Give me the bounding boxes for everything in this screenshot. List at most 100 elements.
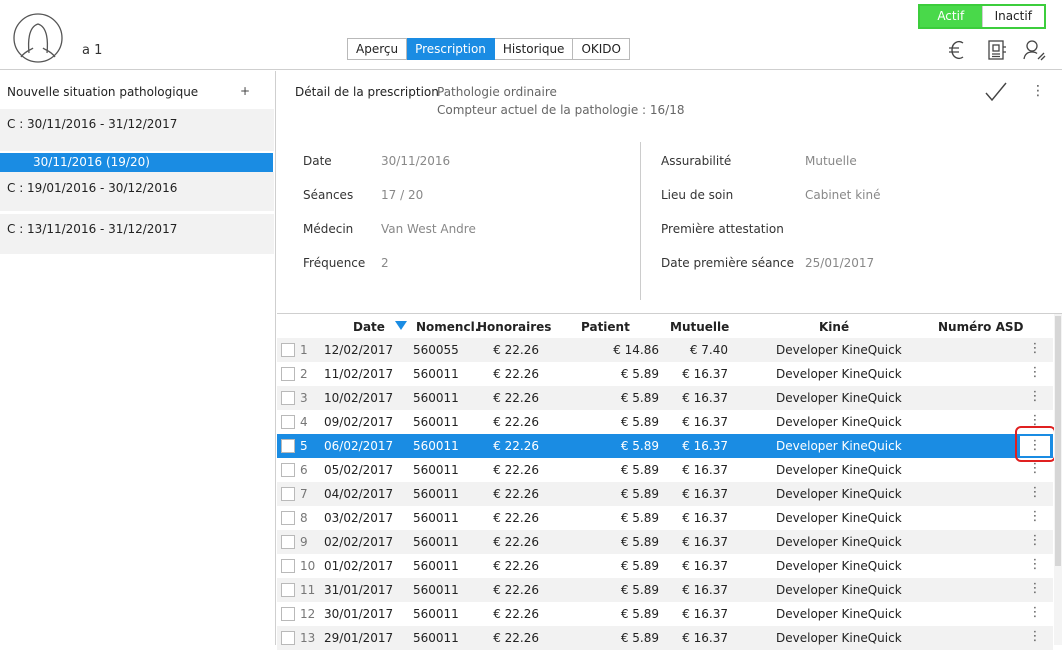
sidebar-item-label: C : 30/11/2016 - 31/12/2017 <box>7 117 178 131</box>
row-menu-icon[interactable]: ⋮ <box>1019 531 1051 553</box>
table-row[interactable]: 7 04/02/2017 560011 € 22.26 € 5.89 € 16.37 Dev… <box>277 482 1053 506</box>
row-honoraires: € 22.26 <box>493 439 539 453</box>
row-nomencl: 560011 <box>413 511 459 525</box>
row-checkbox[interactable] <box>281 583 295 597</box>
tab-bar: Aperçu Prescription Historique OKIDO <box>347 38 630 60</box>
row-mutuelle: € 16.37 <box>682 367 728 381</box>
status-inactive-option[interactable]: Inactif <box>981 6 1044 27</box>
row-number: 5 <box>300 439 308 453</box>
table-row[interactable]: 8 03/02/2017 560011 € 22.26 € 5.89 € 16.37 Dev… <box>277 506 1053 530</box>
tab-apercu[interactable]: Aperçu <box>347 38 408 60</box>
row-date: 09/02/2017 <box>324 415 394 429</box>
row-menu-icon[interactable]: ⋮ <box>1019 459 1051 481</box>
new-pathology-label: Nouvelle situation pathologique <box>7 85 199 99</box>
row-checkbox[interactable] <box>281 487 295 501</box>
sidebar-item-pathology-1[interactable]: C : 30/11/2016 - 31/12/2017 <box>0 109 274 151</box>
row-nomencl: 560011 <box>413 415 459 429</box>
table-row[interactable]: 3 10/02/2017 560011 € 22.26 € 5.89 € 16.37 Dev… <box>277 386 1053 410</box>
col-header-patient[interactable]: Patient <box>581 320 630 334</box>
row-menu-icon[interactable]: ⋮ <box>1019 339 1051 361</box>
detail-menu-icon[interactable]: ⋮ <box>1031 84 1045 98</box>
table-row[interactable]: 12 30/01/2017 560011 € 22.26 € 5.89 € 16.37 De… <box>277 602 1053 626</box>
euro-icon[interactable] <box>946 38 970 62</box>
table-row[interactable]: 5 06/02/2017 560011 € 22.26 € 5.89 € 16.37 Dev… <box>277 434 1053 458</box>
table-scrollbar-thumb[interactable] <box>1055 316 1061 566</box>
row-menu-icon[interactable]: ⋮ <box>1019 387 1051 409</box>
sort-descending-icon[interactable] <box>395 321 407 330</box>
row-checkbox[interactable] <box>281 559 295 573</box>
user-avatar-icon[interactable] <box>13 13 63 63</box>
row-kine: Developer KineQuick <box>776 511 902 525</box>
medecin-value: Van West Andre <box>381 222 476 236</box>
row-patient: € 5.89 <box>620 607 659 621</box>
tab-historique[interactable]: Historique <box>494 38 574 60</box>
table-row[interactable]: 10 01/02/2017 560011 € 22.26 € 5.89 € 16.37 De… <box>277 554 1053 578</box>
pathology-type: Pathologie ordinaire <box>437 85 557 99</box>
table-row[interactable]: 6 05/02/2017 560011 € 22.26 € 5.89 € 16.37 Dev… <box>277 458 1053 482</box>
row-kine: Developer KineQuick <box>776 415 902 429</box>
col-header-nomencl[interactable]: Nomencl. <box>416 320 479 334</box>
row-checkbox[interactable] <box>281 631 295 645</box>
row-mutuelle: € 7.40 <box>689 343 728 357</box>
date-label: Date <box>303 154 332 168</box>
table-row[interactable]: 4 09/02/2017 560011 € 22.26 € 5.89 € 16.37 Dev… <box>277 410 1053 434</box>
row-checkbox[interactable] <box>281 391 295 405</box>
row-mutuelle: € 16.37 <box>682 463 728 477</box>
new-pathology-row[interactable]: Nouvelle situation pathologique + <box>0 71 275 105</box>
col-header-honoraires[interactable]: Honoraires <box>477 320 551 334</box>
status-toggle[interactable]: Actif Inactif <box>918 4 1046 29</box>
tab-prescription[interactable]: Prescription <box>407 38 495 60</box>
seances-value: 17 / 20 <box>381 188 424 202</box>
row-patient: € 5.89 <box>620 487 659 501</box>
row-menu-icon[interactable]: ⋮ <box>1019 603 1051 625</box>
table-row[interactable]: 9 02/02/2017 560011 € 22.26 € 5.89 € 16.37 Dev… <box>277 530 1053 554</box>
checkmark-icon[interactable] <box>984 80 1008 104</box>
row-kine: Developer KineQuick <box>776 535 902 549</box>
row-mutuelle: € 16.37 <box>682 487 728 501</box>
row-checkbox[interactable] <box>281 535 295 549</box>
table-row[interactable]: 1 12/02/2017 560055 € 22.26 € 14.86 € 7.40 Dev… <box>277 338 1053 362</box>
row-checkbox[interactable] <box>281 343 295 357</box>
table-row[interactable]: 2 11/02/2017 560011 € 22.26 € 5.89 € 16.37 Dev… <box>277 362 1053 386</box>
detail-divider <box>640 142 641 300</box>
row-nomencl: 560011 <box>413 559 459 573</box>
patient-name: a 1 <box>82 43 103 58</box>
table-row[interactable]: 11 31/01/2017 560011 € 22.26 € 5.89 € 16.37 De… <box>277 578 1053 602</box>
sidebar-sub-item-selected[interactable]: 30/11/2016 (19/20) <box>0 153 273 172</box>
row-patient: € 14.86 <box>613 343 659 357</box>
row-checkbox[interactable] <box>281 511 295 525</box>
row-honoraires: € 22.26 <box>493 415 539 429</box>
row-checkbox[interactable] <box>281 463 295 477</box>
row-checkbox[interactable] <box>281 367 295 381</box>
col-header-date[interactable]: Date <box>353 320 385 334</box>
tab-okido[interactable]: OKIDO <box>573 38 630 60</box>
sidebar-item-pathology-2[interactable]: C : 19/01/2016 - 30/12/2016 <box>0 172 274 212</box>
row-patient: € 5.89 <box>620 559 659 573</box>
col-header-mutuelle[interactable]: Mutuelle <box>670 320 729 334</box>
row-menu-icon[interactable]: ⋮ <box>1019 627 1051 649</box>
row-honoraires: € 22.26 <box>493 487 539 501</box>
row-patient: € 5.89 <box>620 367 659 381</box>
row-menu-icon[interactable]: ⋮ <box>1019 483 1051 505</box>
row-kine: Developer KineQuick <box>776 439 902 453</box>
barcode-doc-icon[interactable] <box>985 38 1009 62</box>
row-checkbox[interactable] <box>281 439 295 453</box>
row-checkbox[interactable] <box>281 607 295 621</box>
row-menu-icon[interactable]: ⋮ <box>1019 555 1051 577</box>
row-honoraires: € 22.26 <box>493 607 539 621</box>
row-patient: € 5.89 <box>620 391 659 405</box>
row-checkbox[interactable] <box>281 415 295 429</box>
table-row[interactable]: 13 29/01/2017 560011 € 22.26 € 5.89 € 16.37 De… <box>277 626 1053 650</box>
add-pathology-button[interactable]: + <box>240 84 250 98</box>
col-header-kine[interactable]: Kiné <box>819 320 849 334</box>
row-menu-icon[interactable]: ⋮ <box>1019 363 1051 385</box>
col-header-numero-asd[interactable]: Numéro ASD <box>938 320 1023 334</box>
row-nomencl: 560011 <box>413 463 459 477</box>
row-menu-icon[interactable]: ⋮ <box>1019 579 1051 601</box>
sidebar-item-pathology-3[interactable]: C : 13/11/2016 - 31/12/2017 <box>0 214 274 254</box>
user-edit-icon[interactable] <box>1022 38 1046 62</box>
seances-label: Séances <box>303 188 354 202</box>
medecin-label: Médecin <box>303 222 354 236</box>
row-menu-icon[interactable]: ⋮ <box>1019 507 1051 529</box>
status-active-option[interactable]: Actif <box>920 6 982 27</box>
